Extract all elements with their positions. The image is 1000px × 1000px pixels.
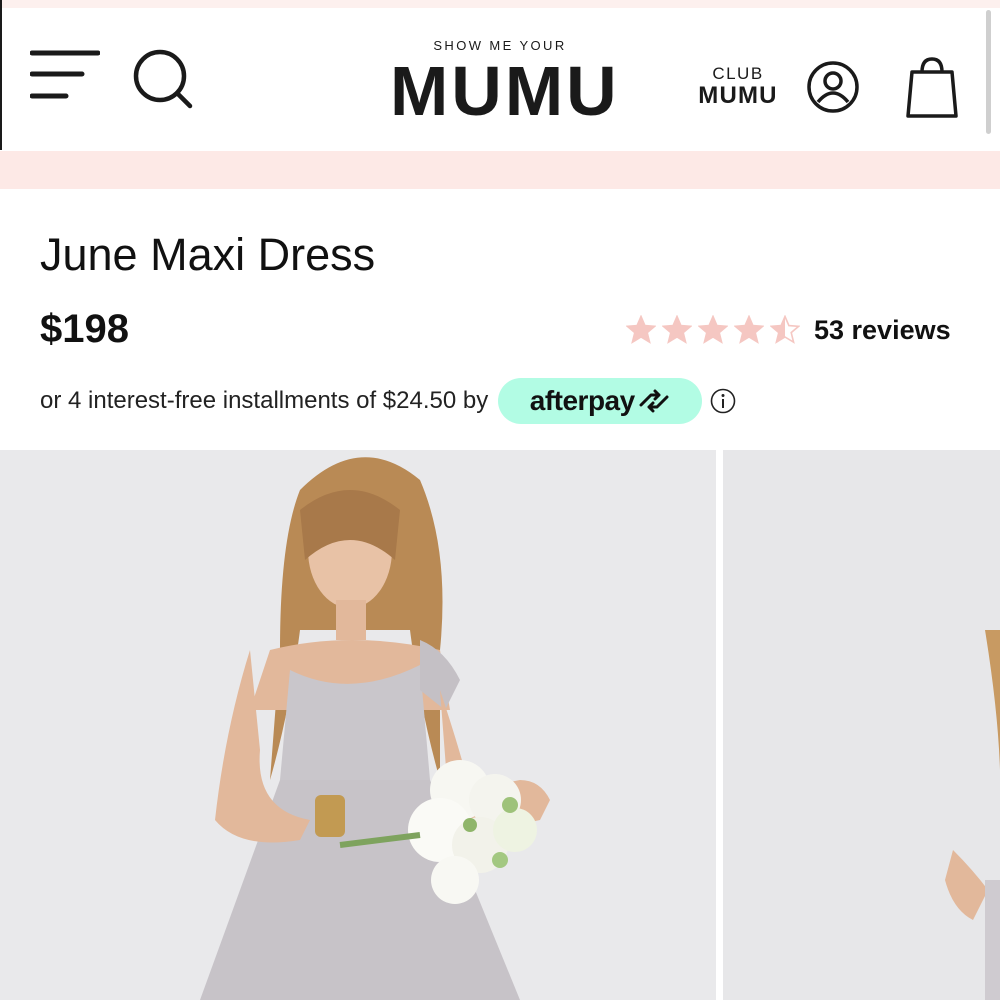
promo-banner [0,151,1000,189]
installments-row: or 4 interest-free installments of $24.5… [40,378,736,424]
star-full-icon [662,315,692,344]
afterpay-label: afterpay [529,385,635,416]
product-photo-side-illustration [723,450,1000,1000]
search-icon [133,49,193,109]
star-full-icon [734,315,764,344]
reviews-link[interactable]: 53 reviews [814,315,951,346]
afterpay-arrows-icon [639,389,669,413]
logo-wordmark: MUMU [390,52,620,130]
cart-button[interactable] [904,56,960,120]
info-icon [710,388,736,414]
afterpay-info-button[interactable] [710,388,736,414]
top-strip [0,0,1000,8]
star-full-icon [698,315,728,344]
product-price: $198 [40,307,129,351]
product-photo-model-side[interactable] [723,450,1000,1000]
shopping-bag-icon [906,57,958,118]
product-photo-front-illustration [0,450,716,1000]
search-button[interactable] [130,46,196,112]
rating-stars [626,315,806,345]
product-gallery [0,450,1000,1000]
site-header: SHOW ME YOUR MUMU CLUB MUMU [0,8,1000,151]
star-half-icon [770,315,800,344]
afterpay-badge[interactable]: afterpay [498,378,703,424]
scrollbar[interactable] [986,10,991,134]
menu-button[interactable] [29,50,101,108]
hamburger-menu-icon [29,50,101,99]
club-mumu-link[interactable]: CLUB MUMU [690,63,786,109]
account-button[interactable] [806,60,860,114]
star-full-icon [626,315,656,344]
club-label-main: MUMU [698,82,778,109]
product-rating[interactable]: 53 reviews [626,308,966,352]
user-account-icon [807,61,859,113]
product-photo-model-front[interactable] [0,450,716,1000]
installments-text: or 4 interest-free installments of $24.5… [40,387,489,414]
product-title: June Maxi Dress [40,229,376,280]
left-edge-line [0,0,2,150]
site-logo[interactable]: SHOW ME YOUR MUMU [390,38,620,130]
